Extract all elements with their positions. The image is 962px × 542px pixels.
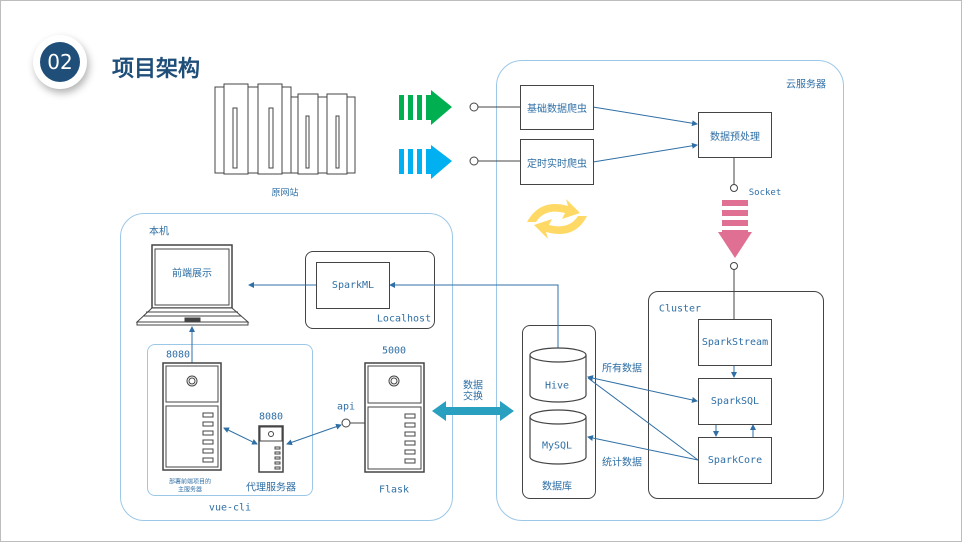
data-exchange-arrow	[432, 401, 514, 421]
stat-data-label: 统计数据	[602, 457, 642, 469]
main-port-label: 8080	[165, 349, 191, 361]
socket-label: Socket	[748, 188, 782, 198]
proxy-server-icon	[258, 425, 284, 473]
cluster-label: Cluster	[658, 303, 702, 315]
flask-port-label: 5000	[381, 345, 407, 357]
laptop-icon	[135, 244, 250, 326]
exchange-label-2: 交换	[463, 391, 483, 403]
flask-server-icon	[364, 362, 425, 473]
local-label: 本机	[149, 226, 169, 238]
realtime-crawler-box: 定时实时爬虫	[520, 139, 594, 185]
website-servers-icon	[214, 83, 356, 175]
sparkstream-box: SparkStream	[698, 319, 772, 366]
hive-cylinder-icon	[529, 347, 587, 403]
localhost-label: Localhost	[376, 313, 432, 325]
sparkcore-box: SparkCore	[698, 437, 772, 484]
main-server-icon	[162, 362, 222, 471]
frontend-label: 前端展示	[172, 268, 212, 280]
socket-down-arrow	[718, 200, 752, 258]
cloud-label: 云服务器	[786, 79, 826, 91]
mysql-label: MySQL	[541, 440, 573, 452]
vuecli-label: vue-cli	[208, 502, 252, 514]
flask-label: Flask	[378, 484, 410, 496]
mysql-cylinder-icon	[529, 409, 587, 465]
sparksql-box: SparkSQL	[698, 378, 772, 425]
proxy-port-label: 8080	[258, 411, 284, 423]
hive-label: Hive	[544, 380, 570, 392]
sparkml-box: SparkML	[316, 262, 390, 309]
all-data-label: 所有数据	[602, 363, 642, 375]
source-label: 原网站	[271, 188, 299, 199]
preprocess-box: 数据预处理	[698, 112, 772, 158]
api-label: api	[336, 401, 356, 413]
green-flow-arrow	[399, 90, 452, 125]
proxy-label: 代理服务器	[246, 482, 296, 494]
basic-crawler-box: 基础数据爬虫	[520, 85, 594, 130]
blue-flow-arrow	[399, 145, 452, 179]
refresh-cycle-icon	[527, 199, 587, 239]
main-caption-2: 主服务器	[177, 486, 203, 494]
database-label: 数据库	[542, 481, 572, 493]
